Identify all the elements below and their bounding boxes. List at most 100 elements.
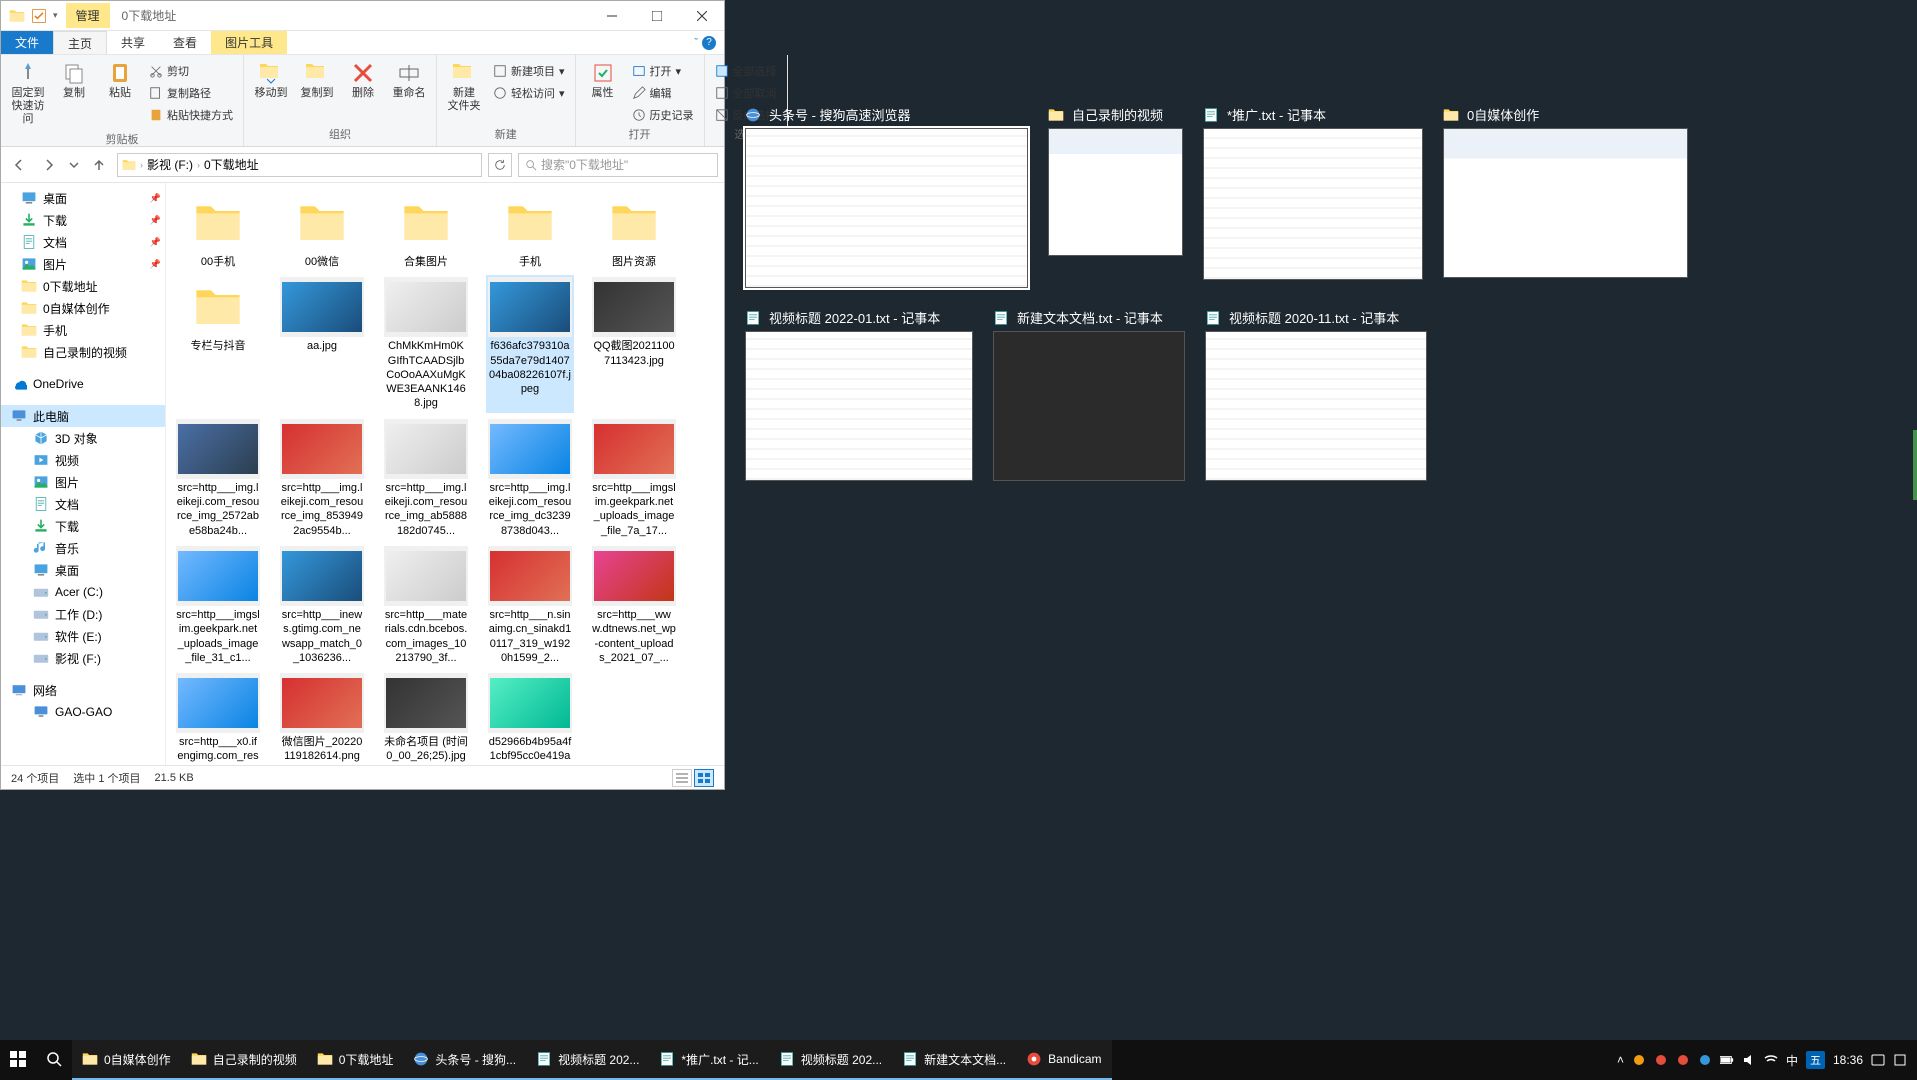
view-icons-button[interactable] [694,769,714,787]
file-item[interactable]: src=http___materials.cdn.bcebos.com_imag… [382,544,470,667]
taskbar-item[interactable]: 视频标题 202... [769,1040,892,1080]
file-item[interactable]: src=http___img.leikeji.com_resource_img_… [278,417,366,540]
tab-picture-tools[interactable]: 图片工具 [211,31,287,54]
select-none-button[interactable]: 全部取消 [711,83,781,103]
tab-view[interactable]: 查看 [159,31,211,54]
tray-chevron-icon[interactable]: ˄ [1617,1053,1624,1067]
taskview-window[interactable]: 视频标题 2020-11.txt - 记事本 [1205,308,1427,481]
move-to-button[interactable]: 移动到 [250,57,292,104]
maximize-button[interactable] [634,1,679,31]
start-button[interactable] [0,1040,36,1080]
taskbar-item[interactable]: 头条号 - 搜狗... [403,1040,526,1080]
file-item[interactable]: src=http___x0.ifengimg.com_res_2021_EEC7… [174,671,262,765]
taskview-window[interactable]: 视频标题 2022-01.txt - 记事本 [745,308,973,481]
easy-access-button[interactable]: 轻松访问 ▾ [489,83,569,103]
minimize-button[interactable] [589,1,634,31]
forward-button[interactable] [37,153,61,177]
file-item[interactable]: 00手机 [174,191,262,271]
nav-item[interactable]: 手机 [1,319,165,341]
taskbar-item[interactable]: Bandicam [1016,1040,1111,1080]
copy-path-button[interactable]: 复制路径 [145,83,237,103]
taskbar-item[interactable]: 新建文本文档... [892,1040,1016,1080]
file-item[interactable]: QQ截图20211007113423.jpg [590,275,678,412]
help-icon[interactable]: ? [702,36,716,50]
checkbox-icon[interactable] [31,8,47,24]
taskbar-item[interactable]: 0下载地址 [307,1040,404,1080]
file-item[interactable]: 合集图片 [382,191,470,271]
up-button[interactable] [87,153,111,177]
back-button[interactable] [7,153,31,177]
history-button[interactable]: 历史记录 [628,105,698,125]
search-input[interactable]: 搜索"0下载地址" [518,153,718,177]
copy-to-button[interactable]: 复制到 [296,57,338,104]
paste-button[interactable]: 粘贴 [99,57,141,104]
file-item[interactable]: src=http___img.leikeji.com_resource_img_… [174,417,262,540]
tab-file[interactable]: 文件 [1,31,53,54]
nav-item[interactable]: 音乐 [1,537,165,559]
file-item[interactable]: 微信图片_20220119182614.png [278,671,366,765]
ime-mode[interactable]: 五 [1806,1051,1825,1069]
close-button[interactable] [679,1,724,31]
taskview-window[interactable]: 自己录制的视频 [1048,105,1183,288]
paste-shortcut-button[interactable]: 粘贴快捷方式 [145,105,237,125]
edit-button[interactable]: 编辑 [628,83,698,103]
taskbar-item[interactable]: 0自媒体创作 [72,1040,181,1080]
file-item[interactable]: src=http___www.dtnews.net_wp-content_upl… [590,544,678,667]
nav-item[interactable]: 文档 [1,493,165,515]
nav-item[interactable]: 影视 (F:) [1,647,165,669]
search-button[interactable] [36,1040,72,1080]
file-item[interactable]: 未命名项目 (时间 0_00_26;25).jpg [382,671,470,765]
refresh-button[interactable] [488,153,512,177]
nav-item[interactable]: Acer (C:) [1,581,165,603]
tab-share[interactable]: 共享 [107,31,159,54]
nav-item[interactable]: 0下载地址 [1,275,165,297]
nav-item[interactable]: 视频 [1,449,165,471]
tab-home[interactable]: 主页 [53,31,107,54]
taskbar-item[interactable]: *推广.txt - 记... [649,1040,768,1080]
nav-network[interactable]: ⌄网络 [1,679,165,701]
file-item[interactable]: 00微信 [278,191,366,271]
clock[interactable]: 18:36 [1833,1053,1863,1067]
notifications-icon[interactable] [1871,1053,1885,1067]
nav-item[interactable]: GAO-GAO [1,701,165,723]
taskview-window[interactable]: 0自媒体创作 [1443,105,1688,288]
taskbar-item[interactable]: 自己录制的视频 [181,1040,307,1080]
file-item[interactable]: 图片资源 [590,191,678,271]
nav-item[interactable]: 3D 对象 [1,427,165,449]
file-item[interactable]: src=http___imgslim.geekpark.net_uploads_… [174,544,262,667]
file-item[interactable]: src=http___n.sinaimg.cn_sinakd10117_319_… [486,544,574,667]
properties-button[interactable]: 属性 [582,57,624,104]
pin-to-quick-access-button[interactable]: 固定到 快速访问 [7,57,49,131]
new-folder-button[interactable]: 新建 文件夹 [443,57,485,117]
file-item[interactable]: src=http___img.leikeji.com_resource_img_… [382,417,470,540]
show-desktop-button[interactable] [1893,1053,1907,1067]
file-item[interactable]: src=http___inews.gtimg.com_newsapp_match… [278,544,366,667]
nav-item[interactable]: 下载📌 [1,209,165,231]
ribbon-collapse-button[interactable]: ˇ? [686,31,724,54]
taskbar-item[interactable]: 视频标题 202... [526,1040,649,1080]
tray-icon[interactable] [1676,1053,1690,1067]
file-item[interactable]: d52966b4b95a4f1cbf95cc0e419a66a6_tplv-pk… [486,671,574,765]
nav-item[interactable]: 0自媒体创作 [1,297,165,319]
address-bar[interactable]: › 影视 (F:) › 0下载地址 [117,153,482,177]
nav-this-pc[interactable]: ⌄此电脑 [1,405,165,427]
copy-button[interactable]: 复制 [53,57,95,104]
select-all-button[interactable]: 全部选择 [711,61,781,81]
nav-item[interactable]: 图片 [1,471,165,493]
wifi-icon[interactable] [1764,1053,1778,1067]
battery-icon[interactable] [1720,1053,1734,1067]
file-item[interactable]: f636afc379310a55da7e79d140704ba08226107f… [486,275,574,412]
file-item[interactable]: ChMkKmHm0KGIfhTCAADSjlbCoOoAAXuMgKWE3EAA… [382,275,470,412]
cut-button[interactable]: 剪切 [145,61,237,81]
file-item[interactable]: 手机 [486,191,574,271]
file-item[interactable]: 专栏与抖音 [174,275,262,412]
nav-item[interactable]: 软件 (E:) [1,625,165,647]
file-list[interactable]: 00手机00微信合集图片手机图片资源专栏与抖音aa.jpgChMkKmHm0KG… [166,183,724,765]
rename-button[interactable]: 重命名 [388,57,430,104]
nav-item[interactable]: 桌面 [1,559,165,581]
open-button[interactable]: 打开 ▾ [628,61,698,81]
tray-icon[interactable] [1654,1053,1668,1067]
nav-item[interactable]: 文档📌 [1,231,165,253]
file-item[interactable]: src=http___imgslim.geekpark.net_uploads_… [590,417,678,540]
navigation-pane[interactable]: 桌面📌下载📌文档📌图片📌0下载地址0自媒体创作手机自己录制的视频 ›OneDri… [1,183,166,765]
